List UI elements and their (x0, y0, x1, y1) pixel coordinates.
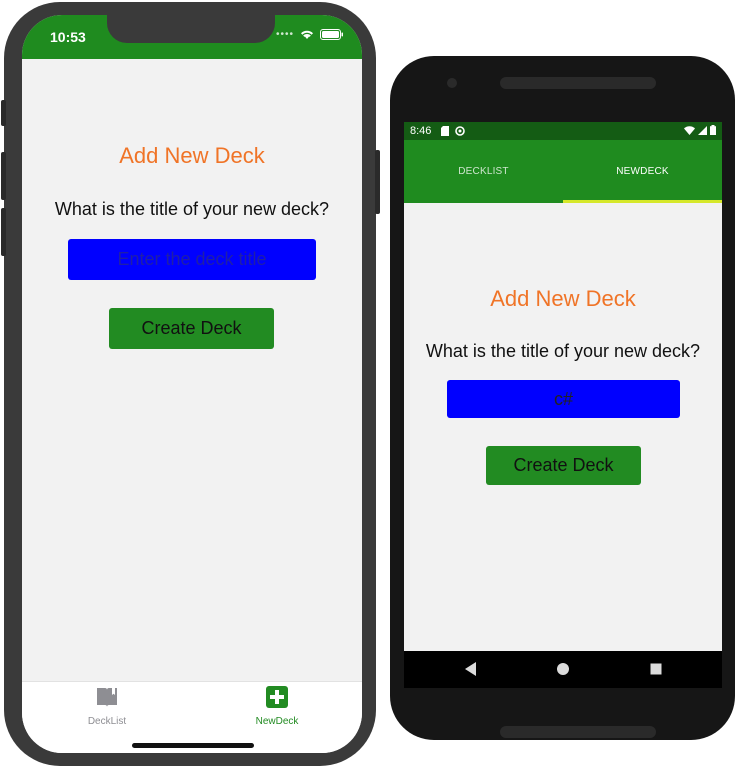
recents-icon[interactable] (649, 661, 663, 677)
deck-title-input[interactable] (447, 380, 680, 418)
android-top-tab-bar: DECKLIST NEWDECK (404, 140, 722, 203)
ios-notch (107, 15, 275, 43)
android-bottom-speaker (500, 726, 656, 738)
deck-title-question: What is the title of your new deck? (54, 199, 330, 219)
wifi-icon (684, 125, 695, 135)
ios-status-icons: •••• (276, 29, 344, 40)
ios-home-indicator (132, 743, 254, 748)
tab-decklist[interactable]: DECKLIST (404, 140, 563, 203)
tab-newdeck-label: NewDeck (255, 716, 299, 727)
battery-icon (710, 125, 716, 135)
android-top-speaker (500, 77, 656, 89)
page-title: Add New Deck (119, 143, 265, 168)
android-status-time: 8:46 (410, 125, 432, 137)
iphone-volume-down (1, 208, 6, 256)
page-title: Add New Deck (490, 286, 636, 311)
book-icon (97, 688, 117, 707)
iphone-power-button (375, 150, 380, 214)
tab-newdeck[interactable]: NewDeck (192, 686, 362, 727)
android-status-left-icons (441, 126, 465, 136)
signal-icon (698, 125, 707, 135)
home-icon[interactable] (556, 661, 570, 677)
back-icon[interactable] (464, 661, 478, 677)
iphone-side-button (1, 100, 6, 126)
create-deck-button[interactable]: Create Deck (109, 308, 274, 349)
deck-title-question: What is the title of your new deck? (425, 341, 701, 361)
wifi-icon (301, 30, 313, 39)
sd-card-icon (441, 126, 449, 136)
iphone-screen: 10:53 •••• Add New Deck What is the titl… (22, 15, 362, 753)
android-screen: 8:46 DECKLIST NEWDECK Add New Deck What … (404, 122, 722, 688)
ios-status-time: 10:53 (50, 29, 86, 45)
tab-decklist[interactable]: DeckList (22, 686, 192, 727)
plus-square-icon (266, 686, 288, 708)
android-status-bar: 8:46 (404, 122, 722, 140)
battery-icon (320, 29, 343, 40)
android-status-right-icons (684, 125, 716, 135)
android-new-deck-view: Add New Deck What is the title of your n… (404, 203, 722, 651)
ios-new-deck-view: Add New Deck What is the title of your n… (22, 59, 362, 681)
tab-newdeck[interactable]: NEWDECK (563, 140, 722, 203)
android-front-camera (447, 78, 457, 88)
create-deck-button[interactable]: Create Deck (486, 446, 641, 485)
signal-dots-icon: •••• (275, 29, 294, 40)
iphone-volume-up (1, 152, 6, 200)
sync-icon (455, 126, 465, 136)
tab-decklist-label: DeckList (87, 716, 127, 727)
android-nav-bar (404, 651, 722, 688)
deck-title-input[interactable] (68, 239, 316, 280)
